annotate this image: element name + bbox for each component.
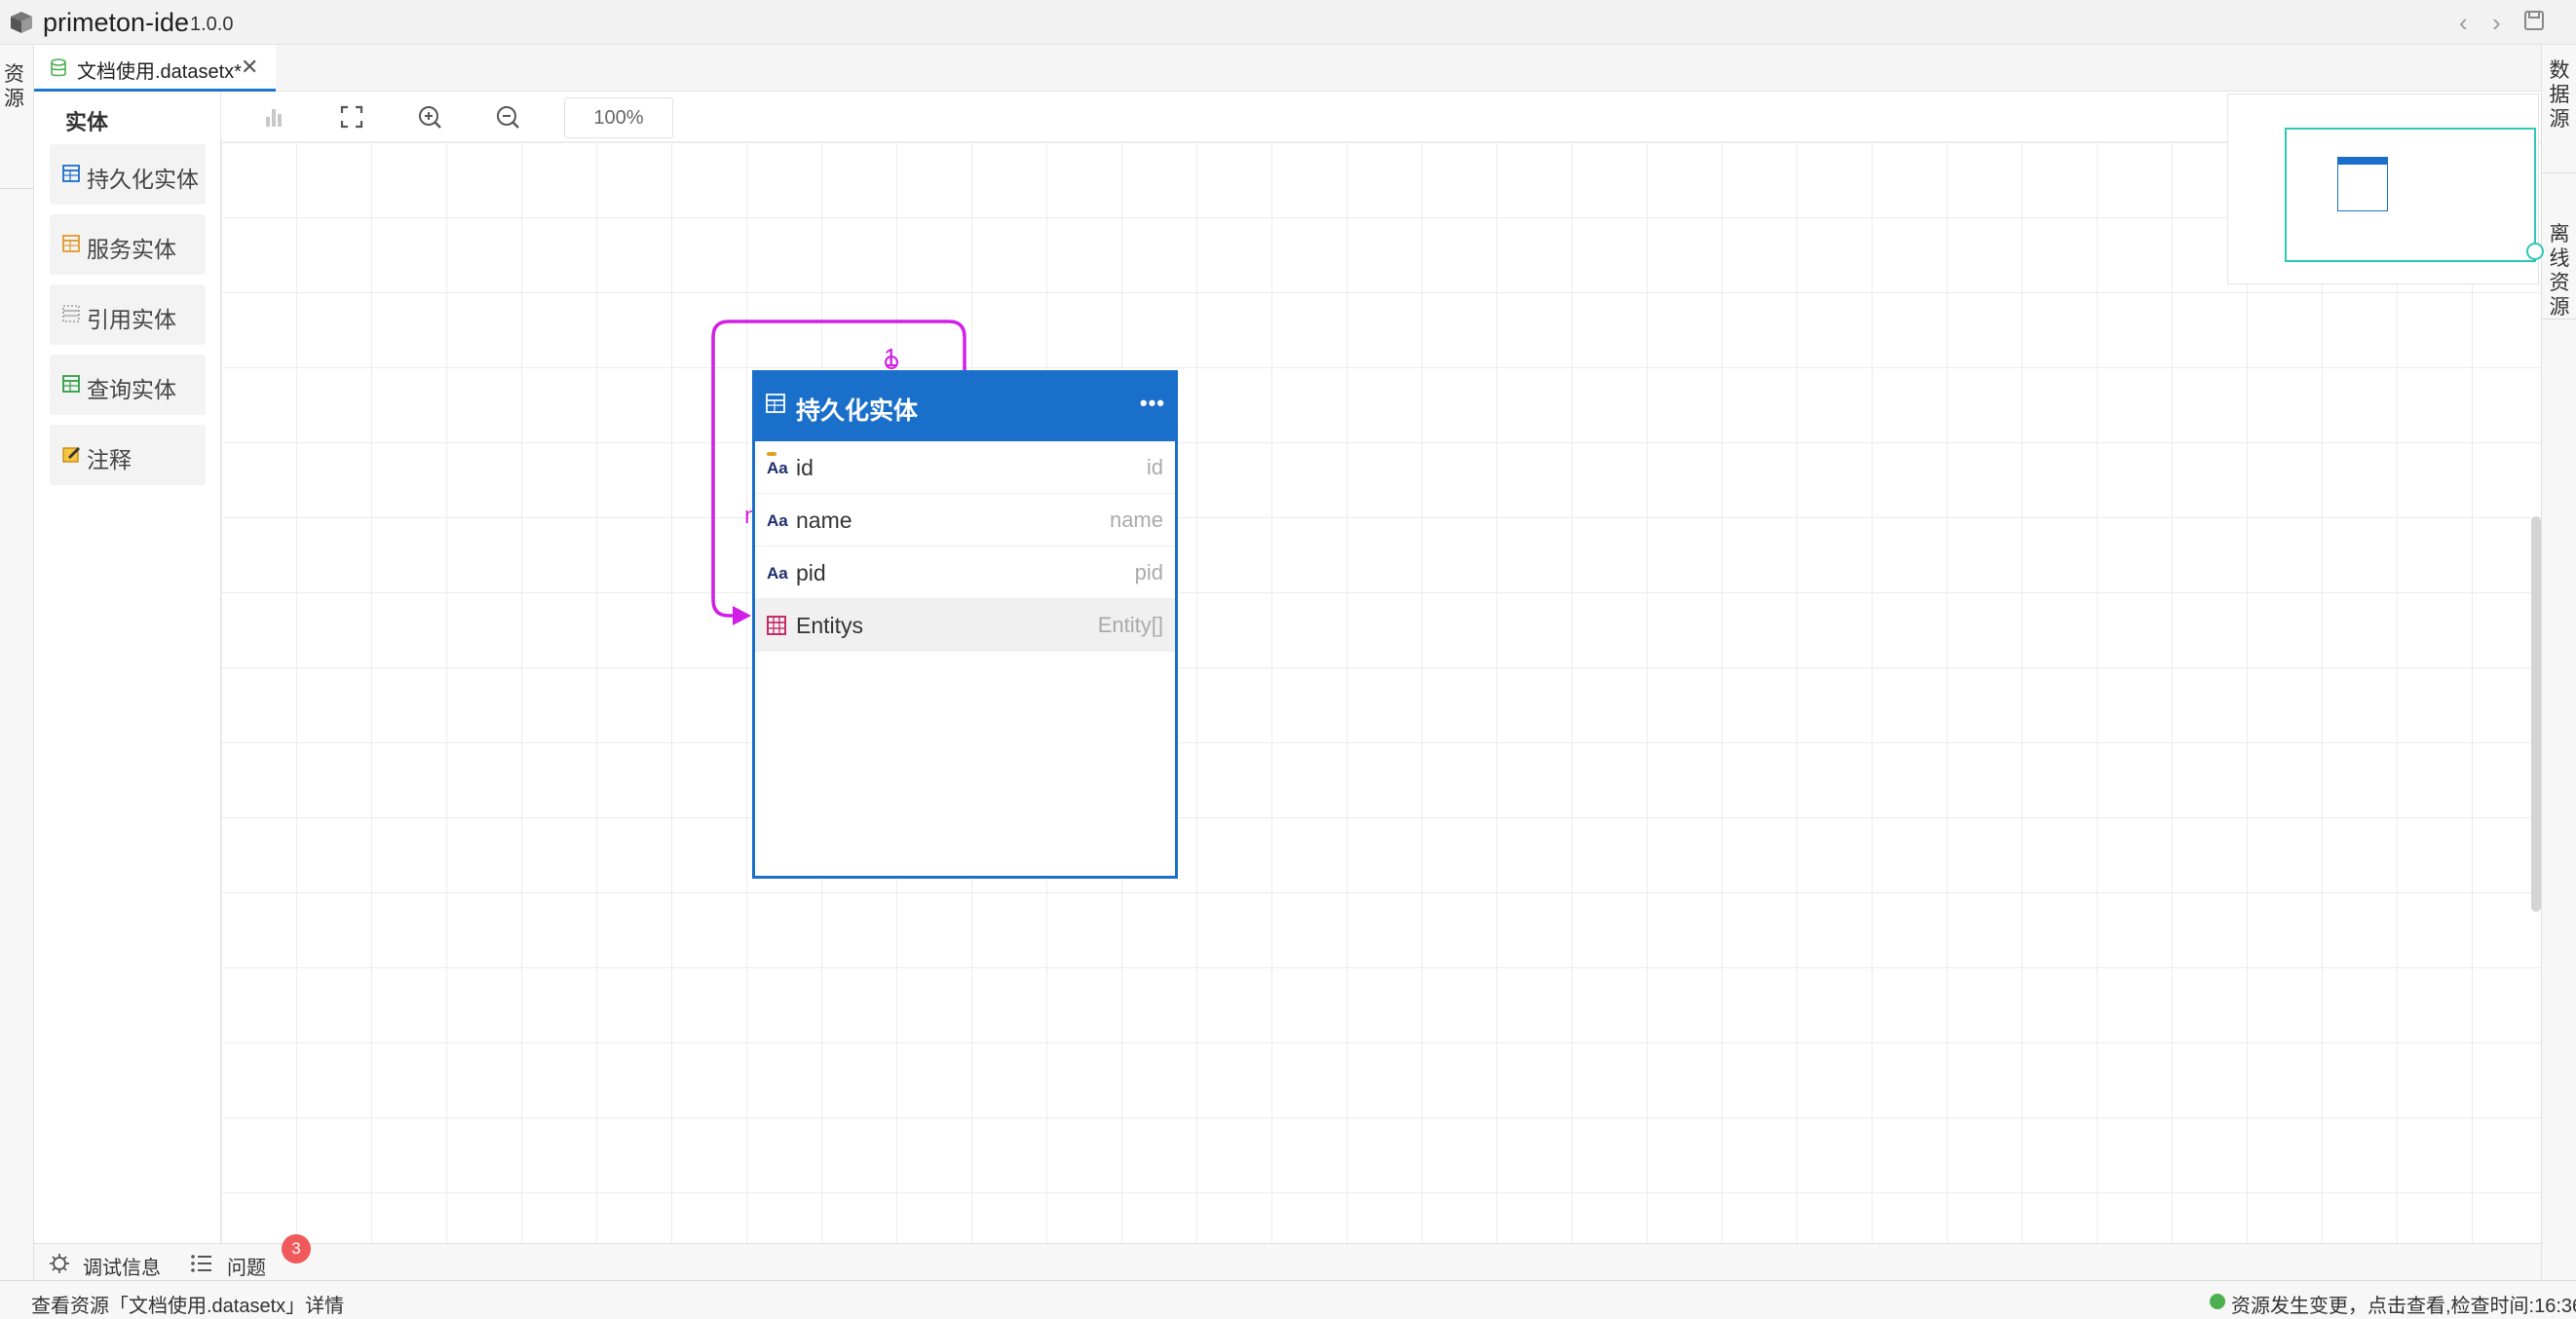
palette-item-label: 服务实体 [87, 237, 176, 262]
entity-field-pid[interactable]: Aa pid pid [755, 546, 1175, 599]
minimap-entity [2337, 157, 2388, 211]
close-icon[interactable]: ✕ [241, 55, 258, 80]
persistent-entity-icon [766, 394, 785, 413]
entity-field-entitys[interactable]: Entitys Entity[] [755, 599, 1175, 652]
entity-card[interactable]: 持久化实体 ••• Aa id id Aa name name Aa pid p… [752, 370, 1178, 879]
minimap-entity-header [2338, 158, 2387, 165]
palette-item-service-entity[interactable]: 服务实体 [50, 214, 206, 275]
zoom-in-icon[interactable] [414, 101, 445, 132]
left-side-strip: 资源 [0, 45, 34, 1280]
palette-item-label: 查询实体 [87, 377, 176, 402]
field-name: name [796, 508, 852, 533]
palette-title: 实体 [65, 110, 109, 134]
minimap-resize-handle[interactable] [2526, 243, 2544, 260]
diagram-canvas[interactable] [221, 142, 2541, 1243]
minimap-viewport[interactable] [2285, 128, 2536, 262]
offline-resource-side-tab[interactable]: 离线资源 [2542, 173, 2576, 320]
debug-info-label: 调试信息 [83, 1258, 161, 1279]
datasource-side-tab-label: 数据源 [2549, 59, 2570, 131]
entity-field-id[interactable]: Aa id id [755, 441, 1175, 494]
editor-tab-label: 文档使用.datasetx* [77, 61, 242, 83]
text-icon: Aa [767, 511, 788, 530]
field-type: Entity[] [1097, 613, 1163, 637]
app-logo-icon [11, 12, 32, 33]
query-entity-icon [62, 375, 80, 393]
right-side-strip: 数据源 离线资源 [2541, 45, 2576, 1280]
back-arrow-icon[interactable]: ‹ [2459, 8, 2468, 38]
diagram-toolbar: 100% [221, 92, 2541, 142]
field-name: id [796, 455, 814, 480]
app-version: 1.0.0 [190, 14, 234, 35]
offline-resource-side-tab-label: 离线资源 [2549, 223, 2570, 319]
editor-tab-document[interactable]: 文档使用.datasetx* ✕ [34, 45, 276, 92]
palette-item-annotation[interactable]: 注释 [50, 425, 206, 485]
save-icon[interactable] [2523, 10, 2545, 31]
app-name: primeton-ide [43, 8, 190, 37]
palette-item-query-entity[interactable]: 查询实体 [50, 355, 206, 415]
debug-info-tab[interactable]: 调试信息 [48, 1250, 184, 1279]
field-name: pid [796, 560, 826, 585]
more-icon[interactable]: ••• [1140, 391, 1165, 416]
palette-item-label: 引用实体 [87, 307, 176, 332]
chart-icon[interactable] [258, 101, 289, 132]
status-bar: 查看资源「文档使用.datasetx」详情 资源发生变更，点击查看,检查时间:1… [0, 1280, 2576, 1319]
service-entity-icon [62, 235, 80, 252]
field-type: id [1146, 455, 1163, 479]
editor-tab-bar: 文档使用.datasetx* ✕ [34, 45, 2541, 92]
forward-arrow-icon[interactable]: › [2492, 8, 2501, 38]
palette-item-persistent-entity[interactable]: 持久化实体 [50, 144, 206, 205]
resource-side-tab[interactable]: 资源 [0, 53, 33, 189]
relation-one-label: 1 [884, 343, 898, 372]
list-icon [191, 1255, 211, 1272]
palette-item-reference-entity[interactable]: 引用实体 [50, 284, 206, 345]
palette-item-label: 持久化实体 [87, 167, 199, 192]
zoom-level-field[interactable]: 100% [564, 97, 673, 138]
entity-title: 持久化实体 [796, 397, 919, 425]
entity-array-icon [767, 616, 786, 635]
title-bar: primeton-ide 1.0.0 ‹ › [0, 0, 2576, 45]
palette-item-label: 注释 [87, 447, 132, 472]
field-type: pid [1134, 560, 1163, 584]
annotation-icon [62, 447, 80, 463]
minimap[interactable] [2227, 94, 2544, 284]
bug-gear-icon [50, 1254, 69, 1273]
fullscreen-icon[interactable] [336, 101, 367, 132]
status-change-notice[interactable]: 资源发生变更，点击查看,检查时间:16:36 [2231, 1290, 2576, 1318]
persistent-entity-icon [62, 165, 80, 182]
status-indicator-dot [2210, 1294, 2225, 1309]
field-type: name [1109, 508, 1163, 532]
vertical-scrollbar[interactable] [2531, 516, 2541, 912]
bottom-panel-tabs: 调试信息 问题 3 [34, 1234, 2541, 1280]
reference-entity-icon [62, 305, 80, 322]
entity-header[interactable]: 持久化实体 ••• [755, 373, 1175, 441]
status-resource-detail[interactable]: 查看资源「文档使用.datasetx」详情 [31, 1290, 344, 1318]
field-name: Entitys [796, 613, 864, 638]
database-icon [51, 58, 66, 77]
entity-palette: 实体 持久化实体 服务实体 引用实体 查询实体 注释 [34, 92, 221, 1243]
key-text-icon: Aa [767, 452, 788, 478]
datasource-side-tab[interactable]: 数据源 [2542, 53, 2576, 173]
text-icon: Aa [767, 564, 788, 583]
resource-side-tab-label: 资源 [4, 63, 24, 110]
entity-field-name[interactable]: Aa name name [755, 494, 1175, 546]
problems-count-badge: 3 [282, 1234, 311, 1263]
problems-label: 问题 [227, 1258, 266, 1279]
zoom-out-icon[interactable] [492, 101, 523, 132]
